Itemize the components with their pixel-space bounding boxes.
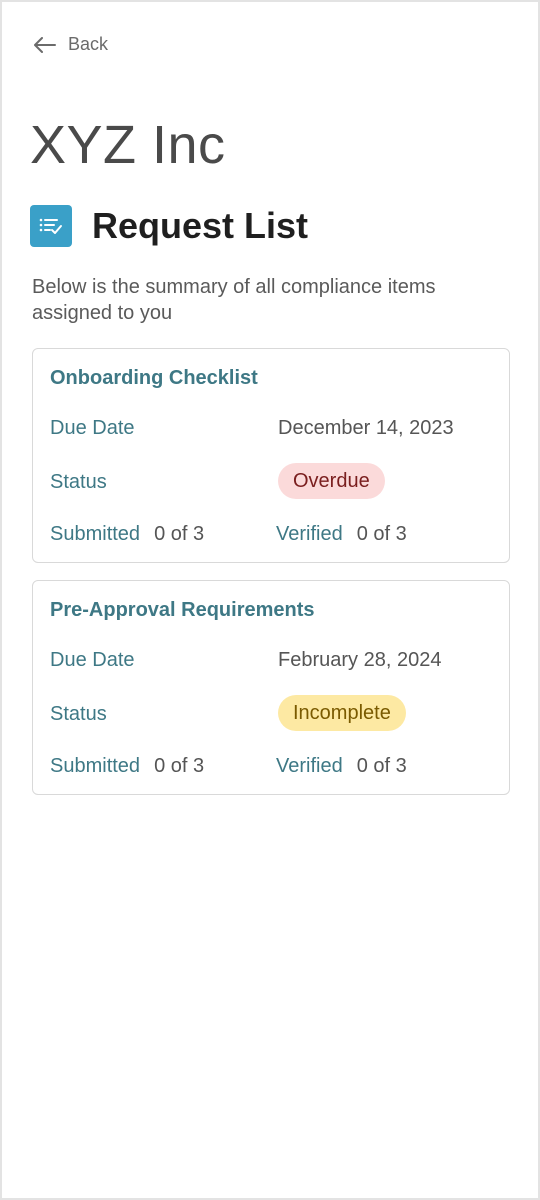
due-date-value: February 28, 2024 (278, 649, 442, 671)
due-date-label: Due Date (50, 417, 135, 439)
request-card[interactable]: Onboarding Checklist Due Date December 1… (32, 348, 510, 563)
checklist-icon (30, 205, 72, 247)
submitted-label: Submitted (50, 523, 141, 545)
status-label: Status (50, 471, 107, 493)
back-button[interactable]: Back (34, 34, 108, 55)
verified-label: Verified (276, 755, 343, 777)
verified-value: 0 of 3 (356, 755, 407, 777)
submitted-count: Submitted 0 of 3 (50, 755, 204, 778)
due-date-label: Due Date (50, 649, 135, 671)
submitted-count: Submitted 0 of 3 (50, 523, 204, 546)
page-header: Request List (30, 205, 308, 247)
back-label: Back (68, 34, 109, 54)
due-date-value: December 14, 2023 (278, 417, 454, 439)
company-name: XYZ Inc (30, 115, 226, 175)
verified-count: Verified 0 of 3 (276, 755, 407, 778)
arrow-left-icon (34, 36, 56, 53)
status-label: Status (50, 703, 107, 725)
screen: Back XYZ Inc Request List Below is the s… (0, 0, 540, 1200)
request-card[interactable]: Pre-Approval Requirements Due Date Febru… (32, 580, 510, 795)
submitted-value: 0 of 3 (154, 755, 205, 777)
request-title[interactable]: Onboarding Checklist (50, 367, 258, 390)
verified-label: Verified (276, 523, 343, 545)
verified-count: Verified 0 of 3 (276, 523, 407, 546)
submitted-value: 0 of 3 (154, 523, 205, 545)
status-badge: Incomplete (278, 695, 406, 731)
submitted-label: Submitted (50, 755, 141, 777)
status-badge: Overdue (278, 463, 385, 499)
page-title: Request List (92, 205, 309, 246)
page-description: Below is the summary of all compliance i… (32, 276, 436, 324)
verified-value: 0 of 3 (356, 523, 407, 545)
request-title[interactable]: Pre-Approval Requirements (50, 599, 315, 622)
